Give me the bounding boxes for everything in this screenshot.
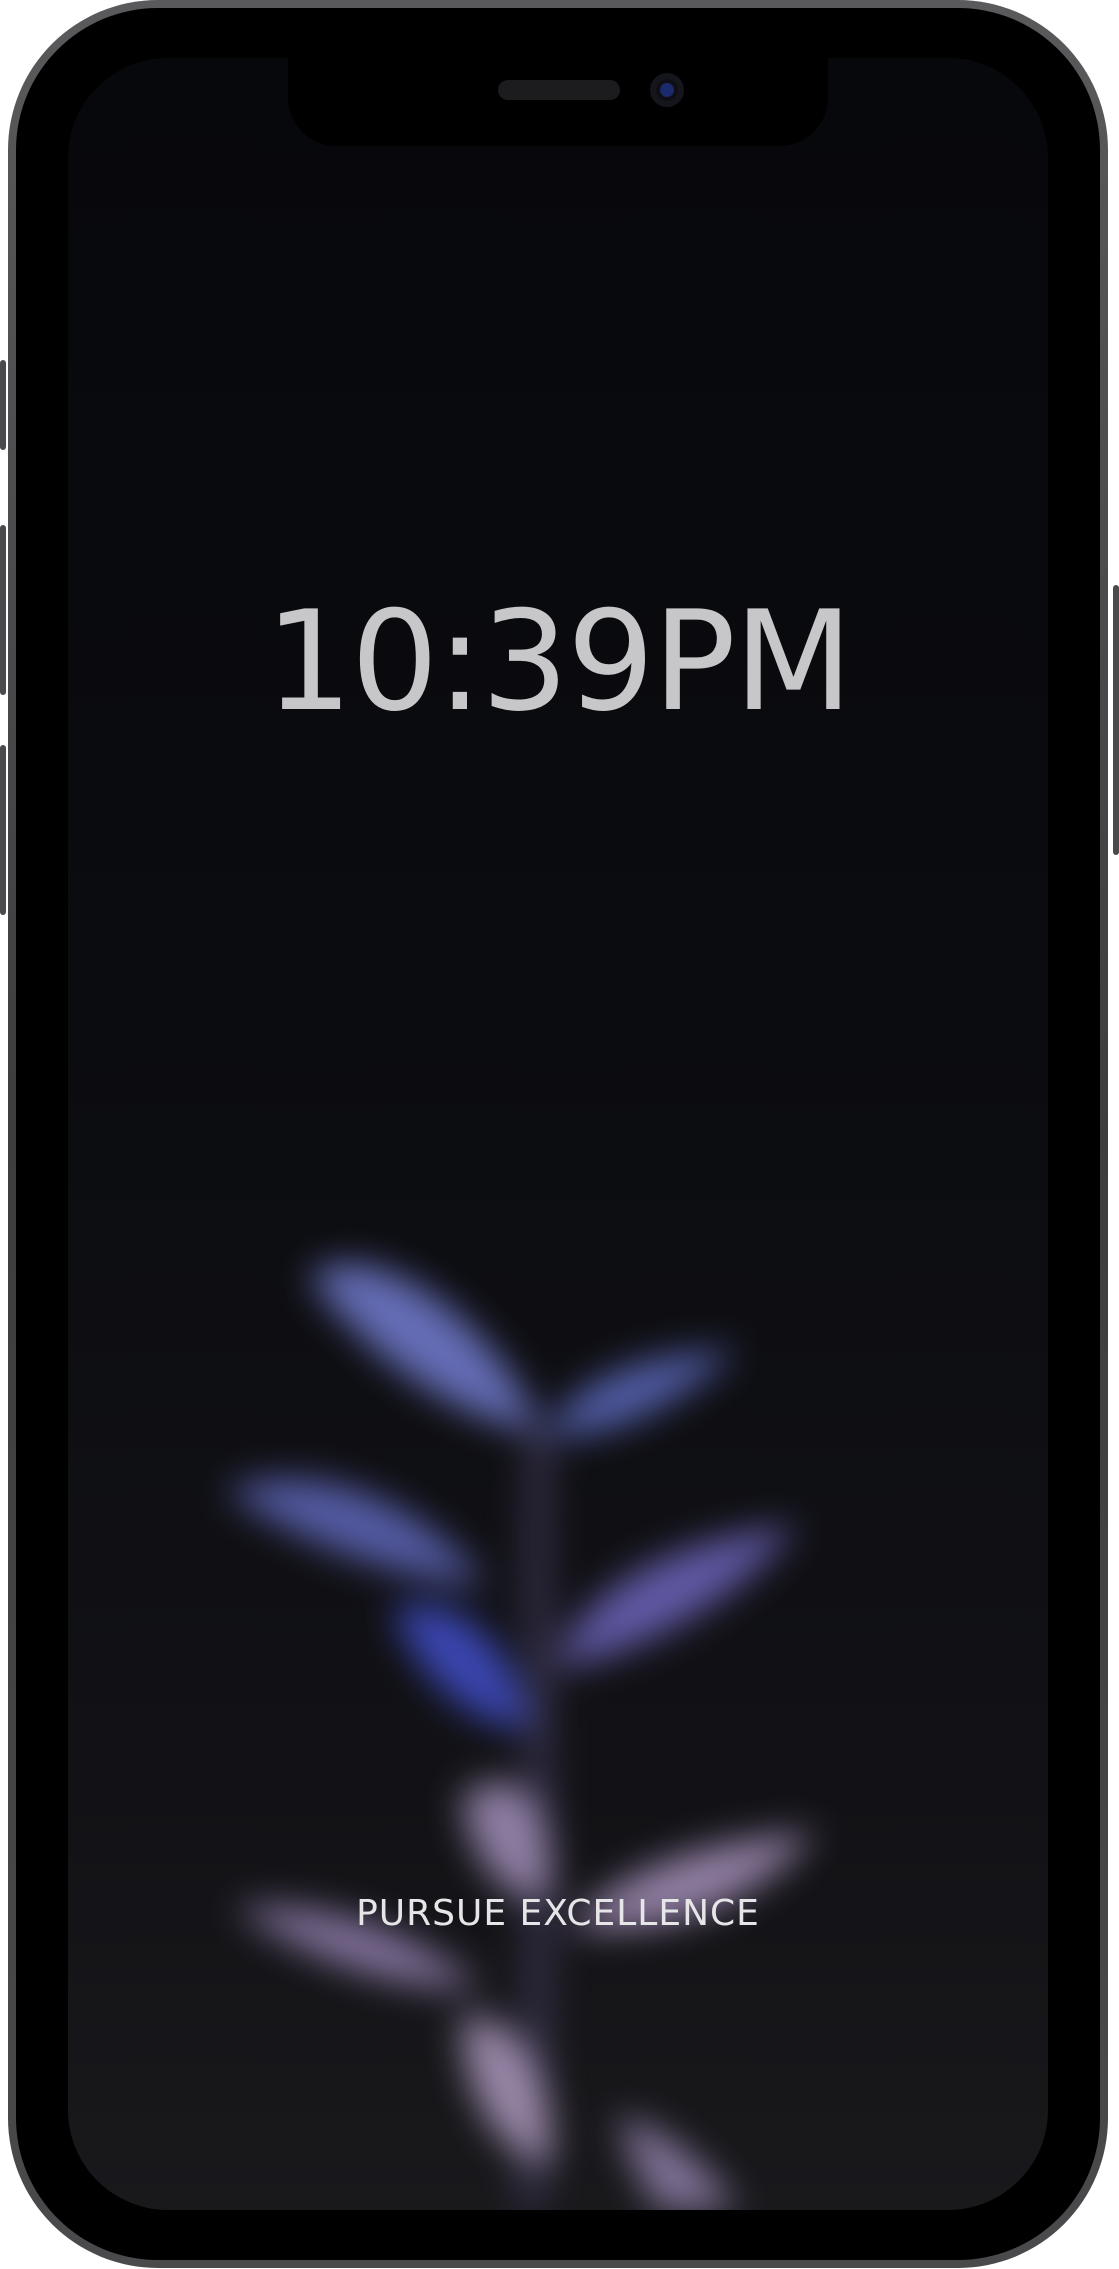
earpiece-speaker-icon [498, 80, 620, 100]
plant-wallpaper-icon [225, 1263, 816, 2210]
volume-down-button[interactable] [0, 745, 6, 915]
lock-screen[interactable]: 10:39PM PURSUE EXCELLENCE [68, 58, 1048, 2210]
display-notch [288, 58, 828, 146]
lock-screen-tagline: PURSUE EXCELLENCE [356, 1893, 760, 1934]
mute-switch[interactable] [0, 360, 6, 450]
phone-bezel: 10:39PM PURSUE EXCELLENCE [16, 8, 1100, 2260]
device-canvas: 10:39PM PURSUE EXCELLENCE [0, 0, 1119, 2269]
lock-screen-clock: 10:39PM [265, 581, 853, 742]
power-button[interactable] [1113, 585, 1119, 855]
front-camera-icon [650, 73, 684, 107]
phone-frame: 10:39PM PURSUE EXCELLENCE [8, 0, 1108, 2268]
volume-up-button[interactable] [0, 525, 6, 695]
